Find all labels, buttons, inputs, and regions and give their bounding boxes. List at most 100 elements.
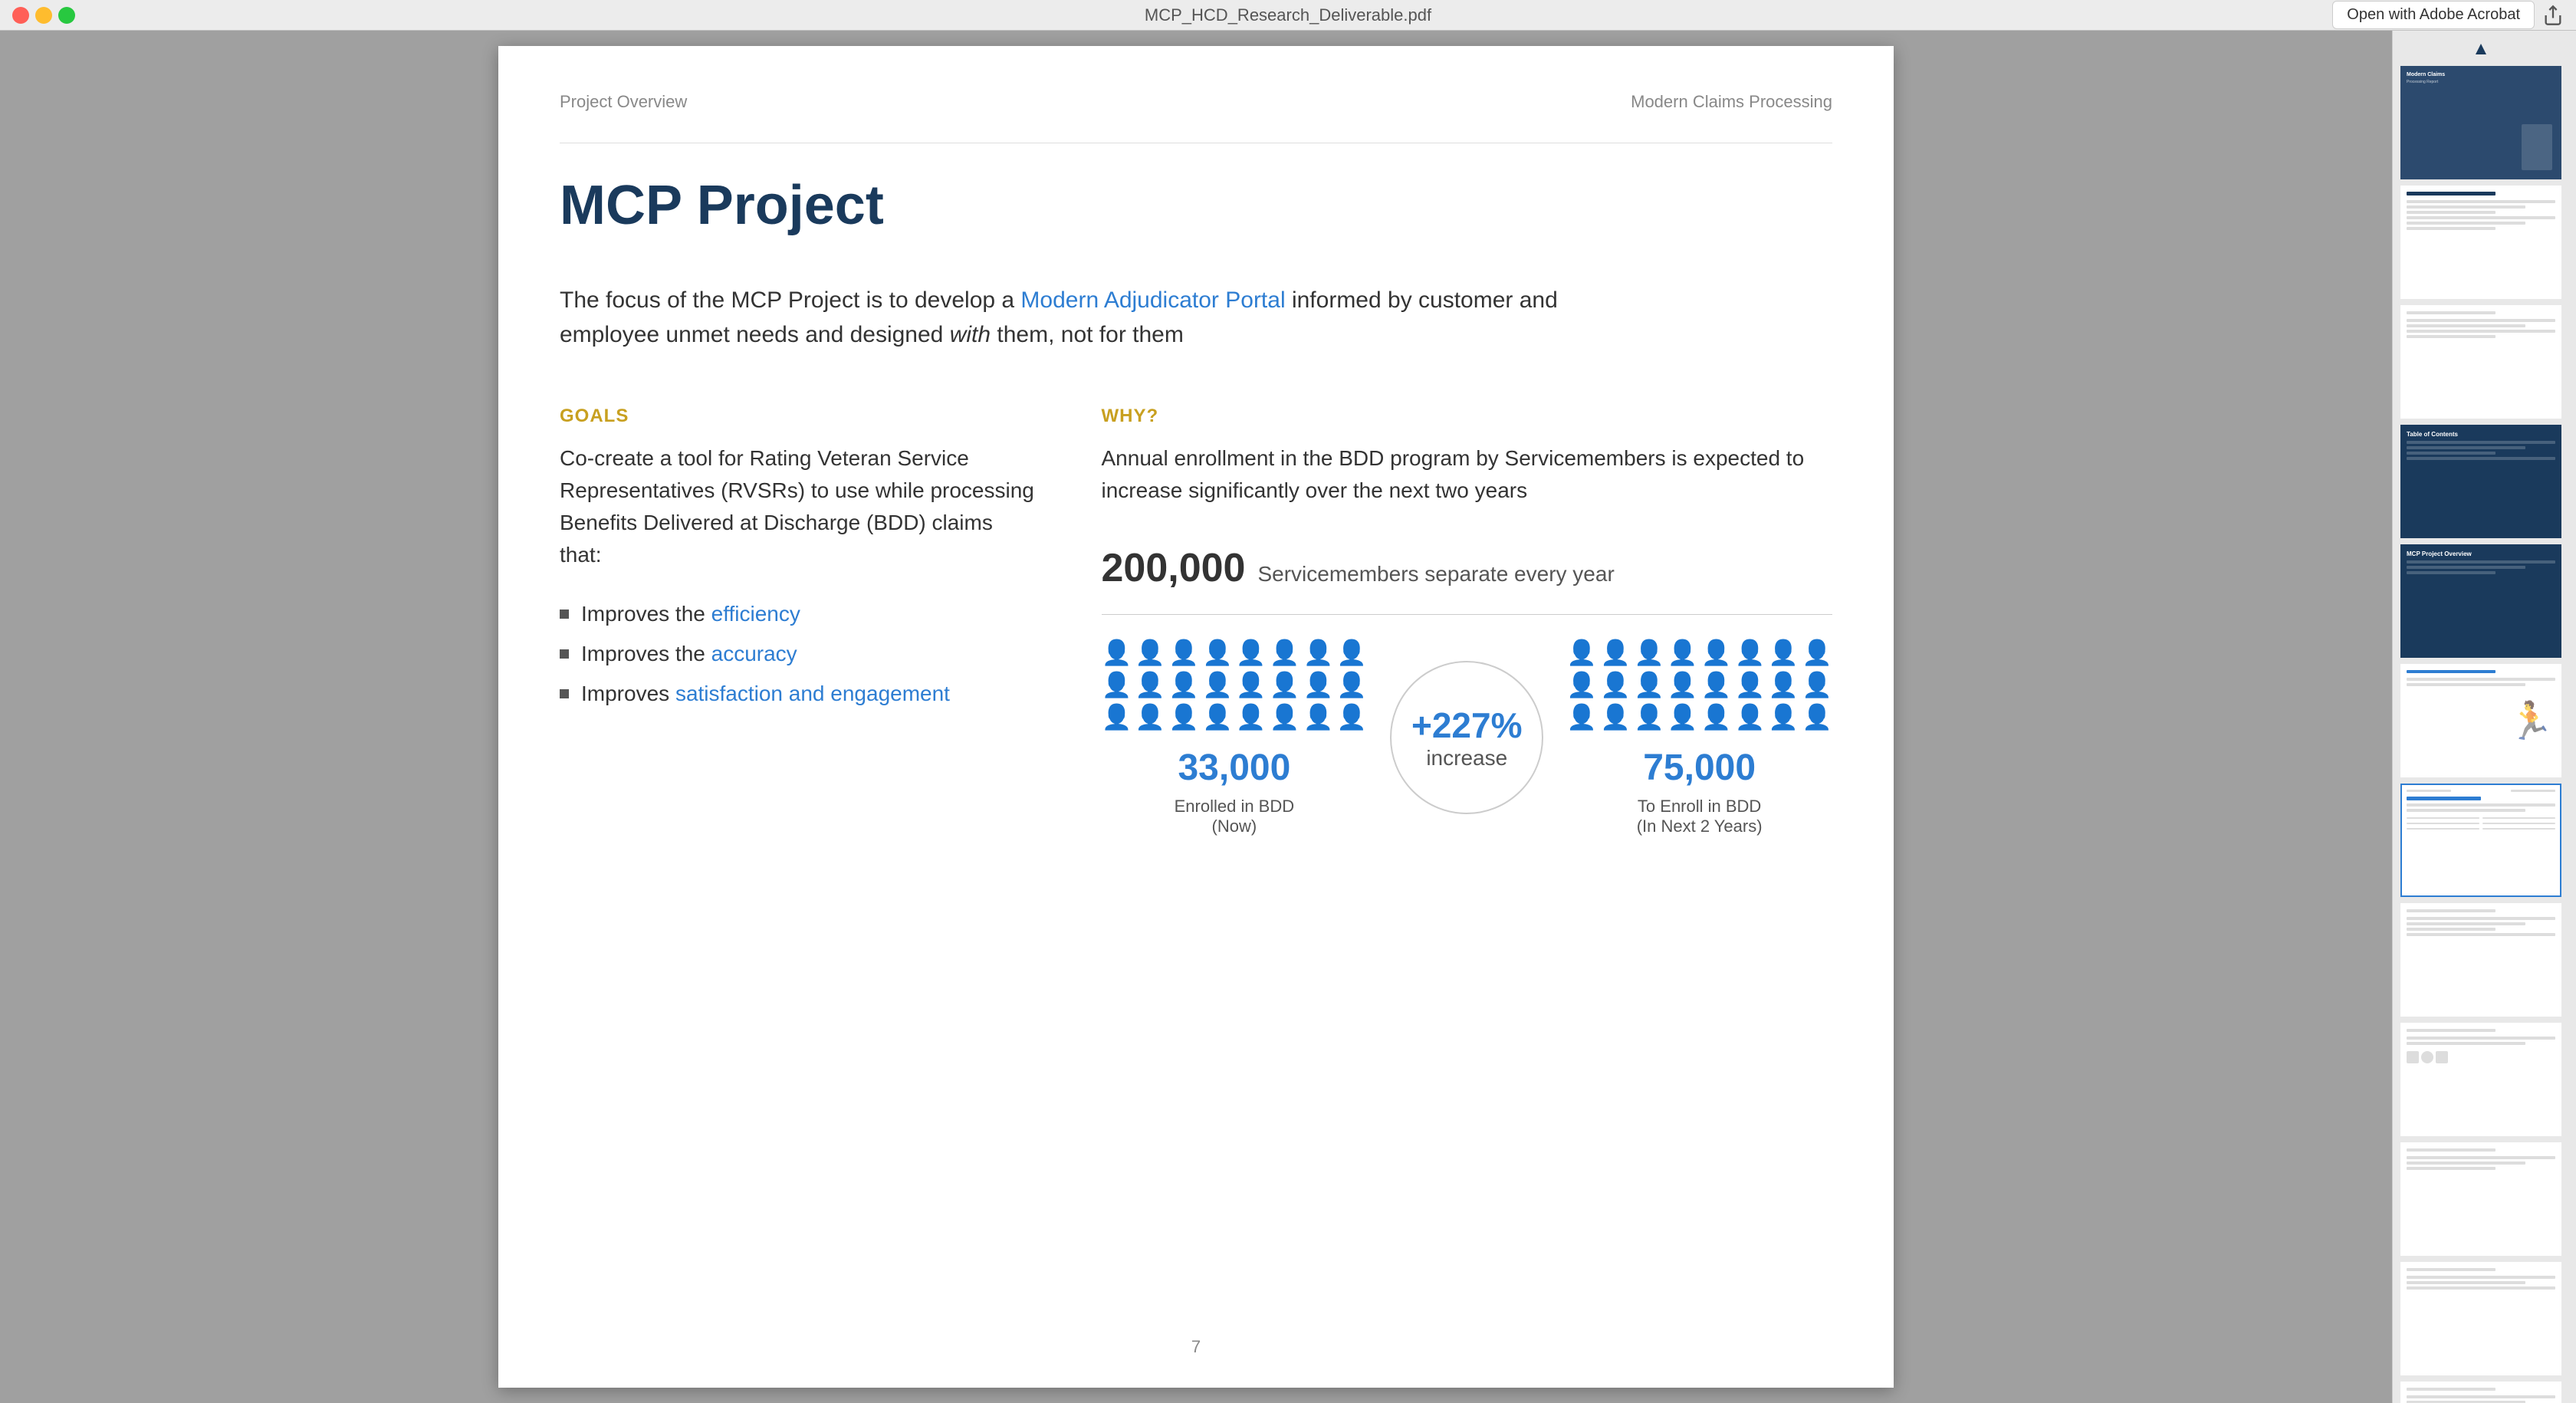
thumb-3-line [2407, 319, 2555, 322]
thumb-10-line [2407, 1148, 2496, 1152]
thumb-8-line [2407, 909, 2496, 912]
thumb-10-line [2407, 1162, 2525, 1165]
thumb-6-line [2407, 678, 2555, 681]
thumb-9-icons [2407, 1051, 2555, 1063]
page-number: 7 [1191, 1337, 1201, 1357]
thumbnail-4[interactable]: Table of Contents [2400, 425, 2561, 538]
person-gray: 👤 [1336, 670, 1367, 699]
thumbnail-9[interactable] [2400, 1023, 2561, 1136]
thumbnail-sidebar[interactable]: ▲ Modern Claims Processing Report [2392, 31, 2576, 1403]
thumbnail-1[interactable]: Modern Claims Processing Report [2400, 66, 2561, 179]
modern-adjudicator-link[interactable]: Modern Adjudicator Portal [1020, 288, 1285, 313]
right-sublabel-line1: To Enroll in BDD [1638, 797, 1761, 816]
right-people-group: 👤 👤 👤 👤 👤 👤 👤 👤 👤 👤 👤 [1566, 638, 1832, 836]
person-gray: 👤 [1734, 638, 1765, 667]
why-label: WHY? [1102, 406, 1833, 427]
thumb-12-line [2407, 1395, 2555, 1398]
bullet-satisfaction: Improves satisfaction and engagement [560, 682, 1040, 706]
thumbnail-10[interactable] [2400, 1142, 2561, 1256]
person-gray: 👤 [1270, 638, 1300, 667]
thumb-7-line [2482, 817, 2555, 819]
person-gray: 👤 [1634, 638, 1664, 667]
thumbnail-6[interactable]: 🏃 [2400, 664, 2561, 777]
thumb-11-line [2407, 1286, 2555, 1290]
increase-percentage: +227% [1411, 705, 1523, 746]
pdf-page: Project Overview Modern Claims Processin… [498, 46, 1894, 1388]
person-blue: 👤 [1768, 702, 1799, 731]
thumbnail-3[interactable] [2400, 305, 2561, 419]
thumb-7-right [2511, 790, 2555, 792]
minimize-button[interactable]: − [35, 7, 52, 24]
servicemembers-label: Servicemembers separate every year [1257, 562, 1614, 586]
thumb-3-inner [2402, 307, 2560, 417]
person-blue: 👤 [1236, 702, 1267, 731]
thumb-2-line [2407, 216, 2555, 219]
person-blue: 👤 [1634, 670, 1664, 699]
infographic: 👤 👤 👤 👤 👤 👤 👤 👤 👤 👤 👤 [1102, 638, 1833, 836]
bullet-accuracy: Improves the accuracy [560, 642, 1040, 666]
satisfaction-link[interactable]: satisfaction and engagement [675, 682, 950, 705]
window-title: MCP_HCD_Research_Deliverable.pdf [1145, 5, 1431, 25]
thumb-4-line [2407, 457, 2555, 460]
thumb-1-inner: Modern Claims Processing Report [2402, 67, 2560, 178]
person-gray: 👤 [1701, 638, 1732, 667]
maximize-button[interactable]: + [58, 7, 75, 24]
person-blue: 👤 [1600, 702, 1631, 731]
window-controls[interactable]: ✕ − + [12, 7, 75, 24]
intro-text-before: The focus of the MCP Project is to devel… [560, 288, 1020, 313]
person-gray: 👤 [1168, 670, 1199, 699]
bullet-square-2 [560, 649, 569, 659]
bullet-satisfaction-text: Improves satisfaction and engagement [581, 682, 950, 706]
pdf-viewer[interactable]: Project Overview Modern Claims Processin… [0, 31, 2392, 1403]
thumb-9-line [2407, 1037, 2555, 1040]
thumb-5-line [2407, 571, 2496, 574]
person-gray: 👤 [1303, 670, 1334, 699]
goals-label: GOALS [560, 406, 1040, 427]
thumb-7-line [2407, 817, 2479, 819]
thumbnail-8[interactable] [2400, 903, 2561, 1017]
runner-icon: 🏃 [2508, 699, 2554, 743]
thumb-8-line [2407, 928, 2496, 931]
thumbnail-12[interactable]: 📄 [2400, 1382, 2561, 1403]
right-sublabel: To Enroll in BDD (In Next 2 Years) [1637, 797, 1763, 836]
thumbnail-5[interactable]: MCP Project Overview [2400, 544, 2561, 658]
thumb-10-line [2407, 1156, 2555, 1159]
thumb-2-line [2407, 200, 2555, 203]
thumb-12-inner [2402, 1383, 2560, 1403]
bullet-square-1 [560, 610, 569, 619]
thumb-7-line [2482, 828, 2555, 830]
thumb-9-icon [2421, 1051, 2433, 1063]
thumb-4-line [2407, 441, 2555, 444]
left-sublabel-line2: (Now) [1212, 816, 1257, 836]
thumb-7-left [2407, 790, 2451, 792]
thumb-5-title: MCP Project Overview [2407, 550, 2555, 557]
intro-text-end: them, not for them [991, 322, 1184, 347]
accuracy-link[interactable]: accuracy [711, 642, 797, 665]
thumbnail-2[interactable] [2400, 186, 2561, 299]
thumbnail-11[interactable] [2400, 1262, 2561, 1375]
person-gray: 👤 [1336, 638, 1367, 667]
person-gray: 👤 [1600, 638, 1631, 667]
person-gray: 👤 [1768, 638, 1799, 667]
efficiency-link[interactable]: efficiency [711, 602, 800, 626]
person-blue: 👤 [1768, 670, 1799, 699]
person-blue: 👤 [1701, 670, 1732, 699]
person-gray: 👤 [1303, 638, 1334, 667]
up-chevron-icon: ▲ [2472, 38, 2490, 60]
close-button[interactable]: ✕ [12, 7, 29, 24]
thumbnail-7[interactable] [2400, 784, 2561, 897]
person-blue: 👤 [1600, 670, 1631, 699]
person-blue: 👤 [1701, 702, 1732, 731]
why-description: Annual enrollment in the BDD program by … [1102, 442, 1833, 507]
scroll-up-arrow[interactable]: ▲ [2400, 38, 2561, 60]
thumb-7-col1 [2407, 817, 2479, 832]
person-blue: 👤 [1668, 702, 1698, 731]
thumb-7-line [2482, 823, 2555, 824]
person-gray: 👤 [1236, 670, 1267, 699]
servicemembers-count: 200,000 [1102, 545, 1246, 591]
thumb-7-header [2407, 790, 2555, 794]
open-acrobat-button[interactable]: Open with Adobe Acrobat [2332, 1, 2535, 29]
thumb-6-line [2407, 683, 2525, 686]
share-icon[interactable] [2542, 5, 2564, 26]
thumb-8-line [2407, 933, 2555, 936]
